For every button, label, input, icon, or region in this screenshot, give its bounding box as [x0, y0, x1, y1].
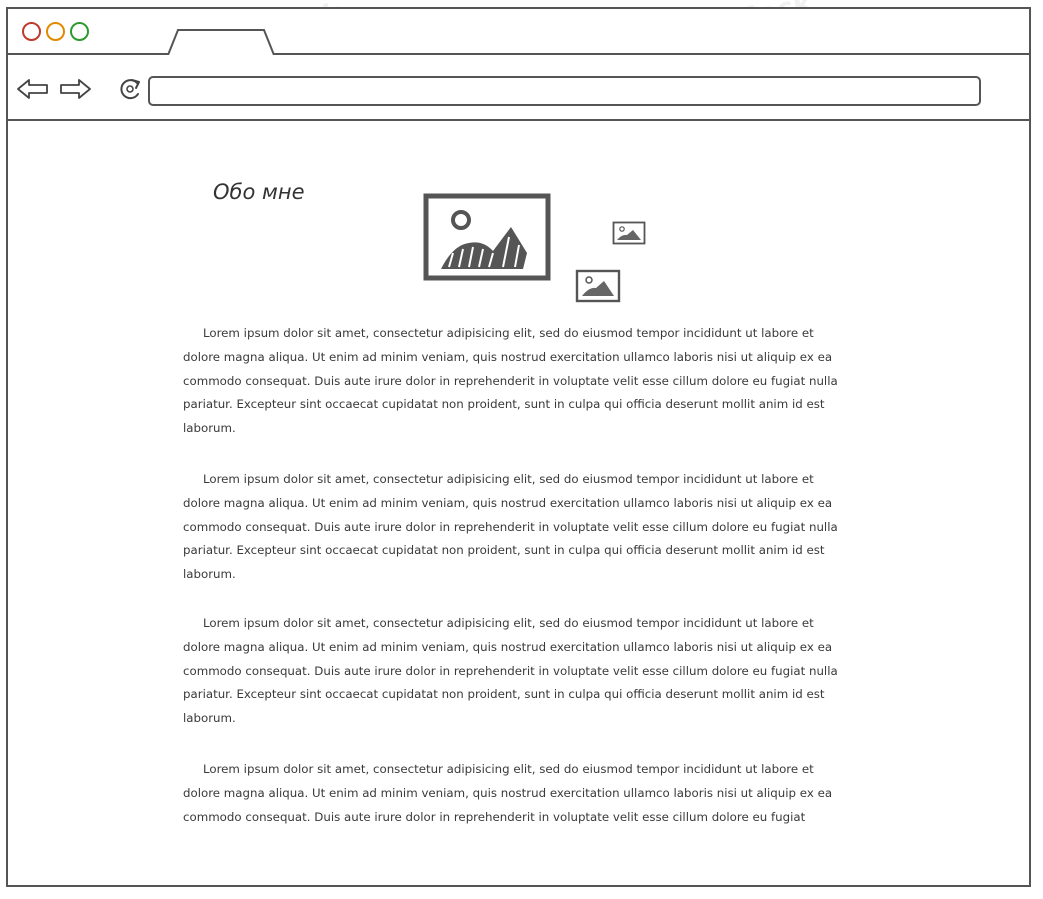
- image-placeholder-small-icon: [612, 221, 646, 245]
- browser-tab[interactable]: [166, 28, 276, 55]
- paragraph: Lorem ipsum dolor sit amet, consectetur …: [183, 472, 838, 582]
- browser-window: [6, 7, 1031, 887]
- title-bar: [8, 9, 1029, 55]
- paragraph: Lorem ipsum dolor sit amet, consectetur …: [183, 326, 838, 436]
- reload-icon[interactable]: [116, 74, 146, 104]
- minimize-window-button[interactable]: [46, 22, 65, 41]
- image-placeholder-large-icon: [423, 193, 551, 281]
- paragraph: Lorem ipsum dolor sit amet, consectetur …: [183, 616, 838, 726]
- paragraph: Lorem ipsum dolor sit amet, consectetur …: [183, 762, 833, 824]
- close-window-button[interactable]: [22, 22, 41, 41]
- back-arrow-icon[interactable]: [16, 77, 50, 101]
- address-bar-input[interactable]: [148, 76, 981, 106]
- forward-arrow-icon[interactable]: [58, 77, 92, 101]
- navigation-bar: [8, 55, 1029, 121]
- image-placeholder-small-icon: [575, 269, 621, 303]
- page-title: Обо мне: [213, 180, 305, 204]
- maximize-window-button[interactable]: [70, 22, 89, 41]
